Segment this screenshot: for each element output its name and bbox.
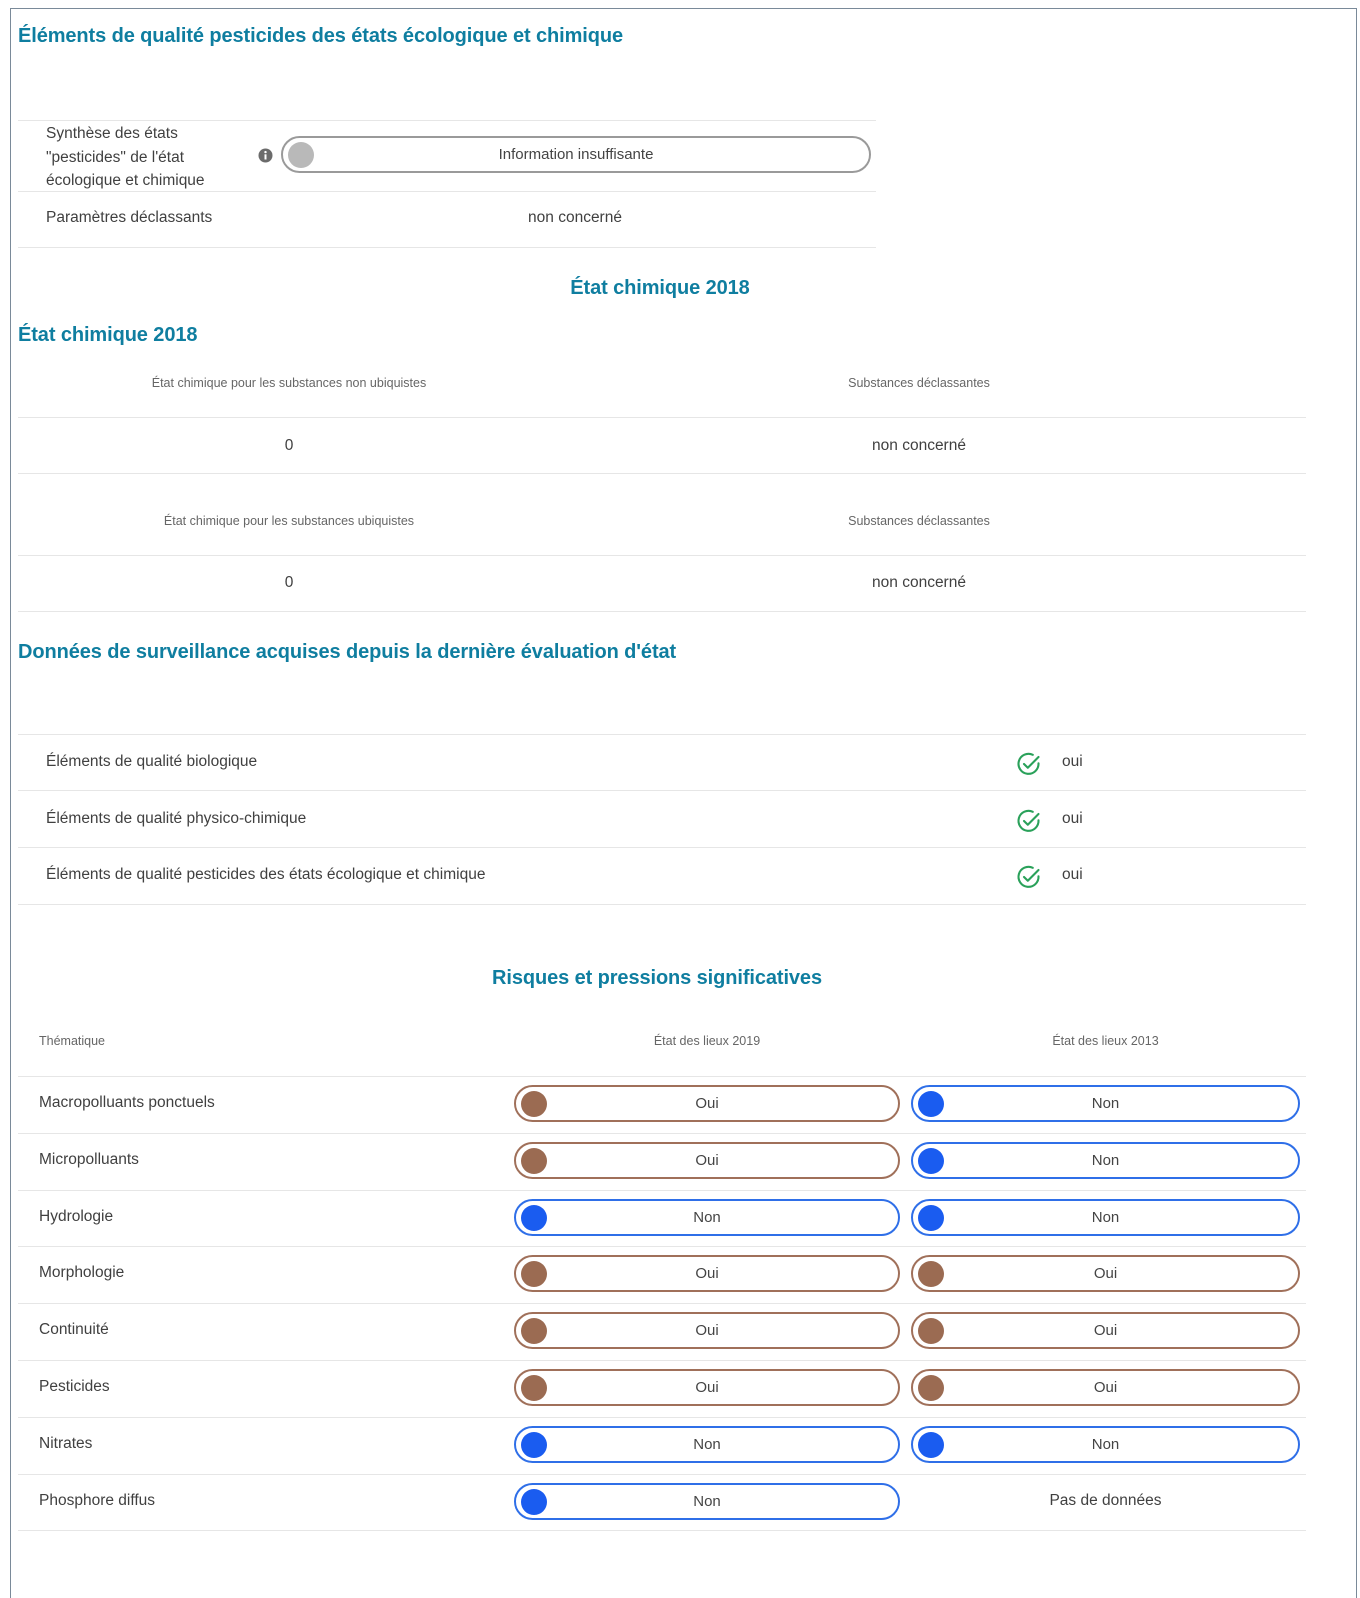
section-title-pesticides: Éléments de qualité pesticides des états… [18, 25, 623, 47]
risk-theme: Phosphore diffus [39, 1492, 156, 1509]
risk-toggle-v2019[interactable]: Non [514, 1199, 900, 1236]
surveillance-row-value: oui [1062, 810, 1083, 827]
surveillance-row-label: Éléments de qualité physico-chimique [46, 810, 307, 827]
ubiquistes-value: 0 [284, 574, 294, 591]
check-circle-icon [1017, 752, 1040, 775]
risk-theme: Micropolluants [39, 1151, 139, 1168]
non-ubiquistes-substances-value: non concerné [872, 437, 966, 454]
risk-toggle-value: Non [1091, 1436, 1120, 1453]
risk-toggle-value: Oui [1093, 1322, 1118, 1339]
surveillance-row-label: Éléments de qualité pesticides des états… [46, 866, 486, 883]
risques-title: Risques et pressions significatives [492, 967, 822, 989]
risk-toggle-value: Non [693, 1436, 721, 1453]
risk-toggle-v2019[interactable]: Oui [514, 1142, 900, 1179]
risk-toggle-v2013[interactable]: Non [911, 1085, 1300, 1122]
risk-toggle-value: Oui [695, 1265, 719, 1282]
toggle-knob [521, 1488, 547, 1515]
toggle-knob [521, 1431, 547, 1458]
toggle-knob [918, 1090, 944, 1117]
surveillance-row-value: oui [1062, 753, 1083, 770]
risk-theme: Pesticides [39, 1378, 110, 1395]
risk-toggle-value: Non [693, 1493, 721, 1510]
toggle-knob [521, 1090, 547, 1117]
toggle-knob [918, 1317, 944, 1344]
risk-theme: Continuité [39, 1321, 109, 1338]
risk-toggle-v2013[interactable]: Non [911, 1426, 1300, 1463]
toggle-knob [918, 1374, 944, 1401]
risk-toggle-v2019[interactable]: Oui [514, 1312, 900, 1349]
col-thematique: Thématique [39, 1034, 106, 1048]
parametres-value: non concerné [528, 209, 622, 226]
surveillance-title: Données de surveillance acquises depuis … [18, 641, 677, 663]
risk-theme: Nitrates [39, 1435, 93, 1452]
ubiquistes-header: État chimique pour les substances ubiqui… [163, 514, 415, 528]
chemical-state-title: État chimique 2018 [18, 324, 198, 346]
synthese-value: Information insuffisante [498, 146, 654, 163]
risk-toggle-v2019[interactable]: Non [514, 1426, 900, 1463]
toggle-knob [521, 1147, 547, 1174]
substances-header-2: Substances déclassantes [848, 514, 990, 528]
risk-toggle-v2019[interactable]: Oui [514, 1369, 900, 1406]
risk-toggle-value: Non [1091, 1095, 1120, 1112]
toggle-knob [918, 1147, 944, 1174]
synthese-label: Synthèse des états "pesticides" de l'éta… [46, 125, 205, 189]
risk-toggle-value: Oui [695, 1322, 719, 1339]
risk-toggle-v2013[interactable]: Oui [911, 1369, 1300, 1406]
risk-no-data: Pas de données [1049, 1492, 1162, 1509]
substances-header-1: Substances déclassantes [848, 376, 990, 390]
synthese-toggle[interactable]: Information insuffisante [281, 136, 871, 173]
risk-toggle-value: Non [1091, 1209, 1120, 1226]
surveillance-row-label: Éléments de qualité biologique [46, 753, 258, 770]
risk-toggle-v2013[interactable]: Oui [911, 1255, 1300, 1292]
risk-toggle-value: Non [1091, 1152, 1120, 1169]
risk-toggle-v2013[interactable]: Non [911, 1199, 1300, 1236]
check-circle-icon [1017, 809, 1040, 832]
risk-theme: Macropolluants ponctuels [39, 1094, 215, 1111]
non-ubiquistes-value: 0 [284, 437, 294, 454]
surveillance-row-value: oui [1062, 866, 1083, 883]
parametres-label: Paramètres déclassants [46, 209, 213, 226]
ubiquistes-substances-value: non concerné [872, 574, 966, 591]
risk-toggle-value: Oui [695, 1095, 719, 1112]
risk-toggle-v2019[interactable]: Oui [514, 1085, 900, 1122]
risk-toggle-v2013[interactable]: Oui [911, 1312, 1300, 1349]
risk-toggle-value: Oui [1093, 1379, 1118, 1396]
risk-toggle-value: Oui [1093, 1265, 1118, 1282]
col-2013: État des lieux 2013 [1052, 1034, 1159, 1048]
toggle-knob [521, 1374, 547, 1401]
toggle-knob [918, 1204, 944, 1231]
col-2019: État des lieux 2019 [653, 1034, 761, 1048]
toggle-knob [918, 1431, 944, 1458]
chemical-state-centered-title: État chimique 2018 [570, 277, 750, 299]
toggle-knob [521, 1260, 547, 1287]
risk-toggle-value: Non [693, 1209, 721, 1226]
toggle-knob [918, 1260, 944, 1287]
risk-theme: Morphologie [39, 1264, 125, 1281]
non-ubiquistes-header: État chimique pour les substances non ub… [151, 376, 427, 390]
risk-toggle-v2013[interactable]: Non [911, 1142, 1300, 1179]
risk-toggle-v2019[interactable]: Non [514, 1483, 900, 1520]
toggle-knob [521, 1317, 547, 1344]
check-circle-icon [1017, 865, 1040, 888]
toggle-knob [288, 141, 314, 168]
toggle-knob [521, 1204, 547, 1231]
info-icon[interactable] [258, 148, 273, 163]
risk-toggle-v2019[interactable]: Oui [514, 1255, 900, 1292]
risk-theme: Hydrologie [39, 1208, 114, 1225]
risk-toggle-value: Oui [695, 1379, 719, 1396]
risk-toggle-value: Oui [695, 1152, 719, 1169]
